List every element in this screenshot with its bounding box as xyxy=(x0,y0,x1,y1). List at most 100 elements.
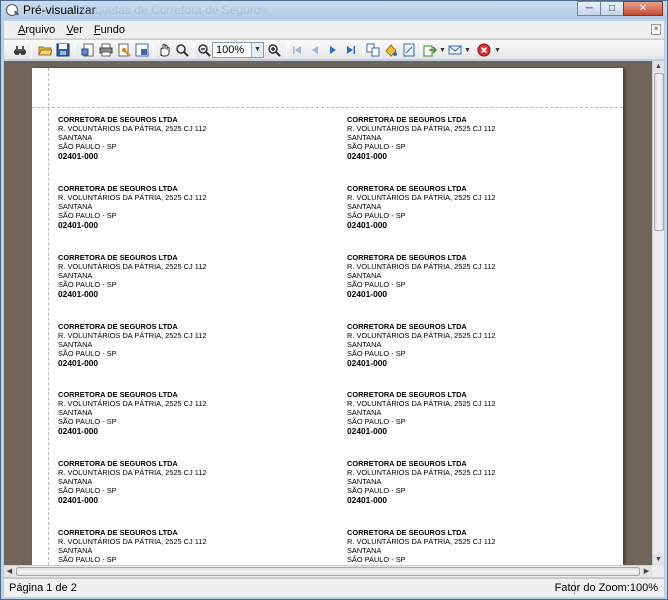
address-label: CORRETORA DE SEGUROS LTDA R. VOLUNTÁRIOS … xyxy=(58,115,328,161)
previous-page-icon[interactable] xyxy=(307,42,323,58)
vertical-scrollbar[interactable]: ▲ ▼ xyxy=(652,61,664,565)
background-color-icon[interactable] xyxy=(383,42,399,58)
label-company: CORRETORA DE SEGUROS LTDA xyxy=(58,322,178,331)
zoom-in-icon[interactable] xyxy=(266,42,282,58)
zoom-out-icon[interactable] xyxy=(196,42,212,58)
label-district: SANTANA xyxy=(58,546,93,556)
print-icon[interactable] xyxy=(98,42,114,58)
watermark-icon[interactable] xyxy=(401,42,417,58)
export-icon[interactable] xyxy=(422,42,438,58)
toolbar-separator xyxy=(473,43,474,57)
label-street: R. VOLUNTÁRIOS DA PÁTRIA, 2525 CJ 112 xyxy=(58,262,207,272)
multi-page-icon[interactable] xyxy=(365,42,381,58)
next-page-icon[interactable] xyxy=(325,42,341,58)
label-zip: 02401-000 xyxy=(347,358,388,369)
menu-close-icon[interactable]: ✕ xyxy=(651,24,661,35)
hand-tool-icon[interactable] xyxy=(156,42,172,58)
page-setup-icon[interactable] xyxy=(80,42,96,58)
scroll-right-icon[interactable]: ▶ xyxy=(641,566,652,577)
first-page-icon[interactable] xyxy=(289,42,305,58)
label-city: SÃO PAULO - SP xyxy=(58,280,117,290)
menu-arquivo[interactable]: Arquivo xyxy=(18,24,55,36)
label-street: R. VOLUNTÁRIOS DA PÁTRIA, 2525 CJ 112 xyxy=(58,537,207,547)
scrollbar-corner xyxy=(652,565,664,577)
zoom-indicator: Fator do Zoom:100% xyxy=(554,582,658,594)
label-district: SANTANA xyxy=(58,340,93,350)
label-city: SÃO PAULO - SP xyxy=(58,349,117,359)
label-street: R. VOLUNTÁRIOS DA PÁTRIA, 2525 CJ 112 xyxy=(347,331,496,341)
label-zip: 02401-000 xyxy=(58,426,99,437)
label-city: SÃO PAULO - SP xyxy=(58,142,117,152)
preview-window: Pré-visualizar Etiquetas de Corretora de… xyxy=(0,0,668,600)
label-district: SANTANA xyxy=(347,133,382,143)
label-city: SÃO PAULO - SP xyxy=(347,349,406,359)
email-dropdown-icon[interactable]: ▼ xyxy=(464,47,471,54)
label-zip: 02401-000 xyxy=(58,358,99,369)
menu-fundo[interactable]: Fundo xyxy=(94,24,125,36)
menu-fundo-mnemonic: F xyxy=(93,23,101,36)
label-city: SÃO PAULO - SP xyxy=(347,417,406,427)
zoom-value: 100% xyxy=(216,44,245,56)
label-city: SÃO PAULO - SP xyxy=(347,280,406,290)
address-label: CORRETORA DE SEGUROS LTDA R. VOLUNTÁRIOS … xyxy=(58,390,328,436)
label-city: SÃO PAULO - SP xyxy=(347,142,406,152)
title-bar[interactable]: Pré-visualizar Etiquetas de Corretora de… xyxy=(1,1,667,19)
page-indicator: Página 1 de 2 xyxy=(9,582,77,594)
address-label: CORRETORA DE SEGUROS LTDA R. VOLUNTÁRIOS … xyxy=(58,322,328,368)
export-dropdown-icon[interactable]: ▼ xyxy=(439,47,446,54)
label-street: R. VOLUNTÁRIOS DA PÁTRIA, 2525 CJ 112 xyxy=(58,193,207,203)
toolbar-separator xyxy=(153,43,154,57)
label-company: CORRETORA DE SEGUROS LTDA xyxy=(58,390,178,399)
scale-icon[interactable] xyxy=(134,42,150,58)
label-city: SÃO PAULO - SP xyxy=(58,211,117,221)
label-district: SANTANA xyxy=(347,408,382,418)
horizontal-scroll-thumb[interactable] xyxy=(16,567,640,576)
address-label: CORRETORA DE SEGUROS LTDA R. VOLUNTÁRIOS … xyxy=(347,322,617,368)
chevron-down-icon[interactable]: ▼ xyxy=(251,43,263,57)
close-preview-dropdown-icon[interactable]: ▼ xyxy=(494,47,501,54)
label-company: CORRETORA DE SEGUROS LTDA xyxy=(347,322,467,331)
top-margin-guide xyxy=(32,107,623,108)
preview-viewport[interactable]: CORRETORA DE SEGUROS LTDA R. VOLUNTÁRIOS … xyxy=(4,61,664,577)
label-district: SANTANA xyxy=(58,477,93,487)
print-options-icon[interactable] xyxy=(116,42,132,58)
menu-ver[interactable]: Ver xyxy=(66,24,83,36)
email-icon[interactable] xyxy=(447,42,463,58)
scroll-up-icon[interactable]: ▲ xyxy=(653,61,664,72)
label-company: CORRETORA DE SEGUROS LTDA xyxy=(347,253,467,262)
binoculars-icon[interactable] xyxy=(12,42,28,58)
address-label: CORRETORA DE SEGUROS LTDA R. VOLUNTÁRIOS … xyxy=(347,115,617,161)
window-controls: ─ □ ✕ xyxy=(577,1,663,16)
label-zip: 02401-000 xyxy=(347,426,388,437)
magnifier-icon[interactable] xyxy=(174,42,190,58)
label-district: SANTANA xyxy=(347,546,382,556)
scroll-left-icon[interactable]: ◀ xyxy=(4,566,15,577)
label-street: R. VOLUNTÁRIOS DA PÁTRIA, 2525 CJ 112 xyxy=(347,193,496,203)
maximize-button[interactable]: □ xyxy=(600,1,624,16)
label-company: CORRETORA DE SEGUROS LTDA xyxy=(58,459,178,468)
address-label: CORRETORA DE SEGUROS LTDA R. VOLUNTÁRIOS … xyxy=(347,184,617,230)
toolbar-separator xyxy=(193,43,194,57)
address-label: CORRETORA DE SEGUROS LTDA R. VOLUNTÁRIOS … xyxy=(58,184,328,230)
label-company: CORRETORA DE SEGUROS LTDA xyxy=(58,528,178,537)
address-label: CORRETORA DE SEGUROS LTDA R. VOLUNTÁRIOS … xyxy=(347,459,617,505)
label-city: SÃO PAULO - SP xyxy=(347,555,406,565)
save-icon[interactable] xyxy=(55,42,71,58)
minimize-button[interactable]: ─ xyxy=(577,1,601,16)
vertical-scroll-thumb[interactable] xyxy=(654,73,664,231)
label-district: SANTANA xyxy=(58,202,93,212)
close-preview-icon[interactable] xyxy=(476,42,492,58)
open-folder-icon[interactable] xyxy=(37,42,53,58)
label-district: SANTANA xyxy=(58,271,93,281)
last-page-icon[interactable] xyxy=(343,42,359,58)
label-company: CORRETORA DE SEGUROS LTDA xyxy=(347,115,467,124)
address-label: CORRETORA DE SEGUROS LTDA R. VOLUNTÁRIOS … xyxy=(58,528,328,565)
status-bar: Página 1 de 2 Fator do Zoom:100% xyxy=(4,578,664,597)
label-street: R. VOLUNTÁRIOS DA PÁTRIA, 2525 CJ 112 xyxy=(58,331,207,341)
horizontal-scrollbar[interactable]: ◀ ▶ xyxy=(4,565,652,577)
label-zip: 02401-000 xyxy=(347,151,388,162)
close-button[interactable]: ✕ xyxy=(623,1,663,16)
menu-fundo-label: undo xyxy=(100,23,126,36)
zoom-combobox[interactable]: 100% ▼ xyxy=(212,42,264,58)
scroll-down-icon[interactable]: ▼ xyxy=(653,554,664,565)
